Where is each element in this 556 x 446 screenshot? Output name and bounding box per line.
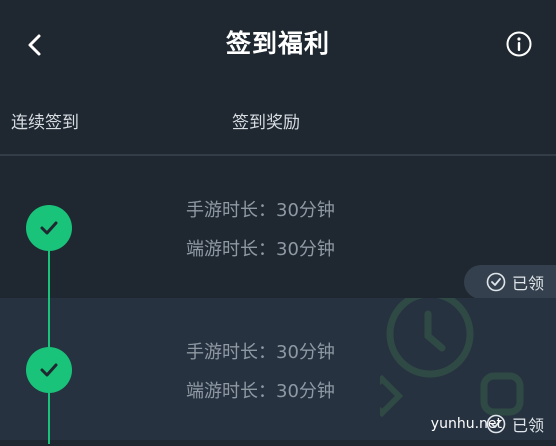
checked-marker [26, 347, 72, 393]
checkin-row: 手游时长：30分钟 端游时长：30分钟 已领 [0, 156, 556, 299]
header: 签到福利 [0, 0, 556, 90]
timeline-line [48, 298, 50, 347]
reward-mobile: 手游时长：30分钟 [186, 342, 335, 363]
check-circle-icon [486, 272, 506, 292]
check-icon [40, 221, 58, 235]
column-header-reward: 签到奖励 [232, 113, 300, 133]
claimed-badge: 已领 [463, 265, 556, 299]
checked-marker [26, 205, 72, 251]
column-header-streak: 连续签到 [11, 113, 79, 133]
timeline-line [48, 392, 50, 444]
check-icon [40, 363, 58, 377]
reward-pc: 端游时长：30分钟 [186, 239, 335, 260]
claimed-label: 已领 [511, 274, 544, 293]
info-button[interactable] [506, 31, 532, 57]
watermark: yunhu.net [430, 416, 502, 432]
reward-mobile: 手游时长：30分钟 [186, 200, 335, 221]
page-title: 签到福利 [225, 29, 330, 58]
reward-pc: 端游时长：30分钟 [186, 381, 335, 402]
info-icon [506, 31, 532, 57]
claimed-label: 已领 [511, 416, 544, 435]
